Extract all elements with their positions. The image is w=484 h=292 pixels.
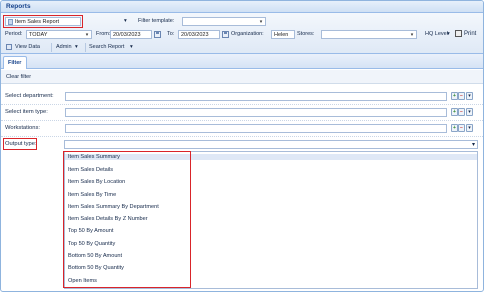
item-type-input[interactable] bbox=[65, 108, 447, 117]
options-highlight-box bbox=[63, 151, 191, 288]
add-icon[interactable]: + bbox=[451, 92, 458, 100]
department-filter-row: Select department: + − ▾ bbox=[1, 89, 483, 105]
chevron-down-icon[interactable]: ▾ bbox=[466, 92, 473, 100]
output-type-select[interactable]: ▾ bbox=[64, 140, 478, 149]
tab-filter-label: Filter bbox=[8, 60, 22, 66]
workstations-input[interactable] bbox=[65, 124, 447, 133]
period-select[interactable]: TODAY ▾ bbox=[26, 30, 92, 39]
chevron-down-icon[interactable]: ▾ bbox=[466, 124, 473, 132]
admin-label: Admin bbox=[56, 44, 72, 50]
output-type-highlight-box bbox=[3, 138, 37, 150]
report-highlight-box bbox=[3, 15, 83, 28]
hq-level-label: HQ Level bbox=[425, 31, 448, 37]
window-title: Reports bbox=[6, 3, 31, 10]
stores-select[interactable]: ▾ bbox=[321, 30, 417, 39]
stores-label: Stores: bbox=[297, 31, 315, 37]
from-date-value: 20/03/2023 bbox=[113, 32, 141, 38]
chevron-down-icon[interactable]: ▾ bbox=[466, 108, 473, 116]
chevron-down-icon: ▾ bbox=[447, 31, 450, 37]
chevron-down-icon: ▾ bbox=[130, 44, 133, 50]
view-data-label: View Data bbox=[15, 44, 40, 50]
chevron-down-icon: ▾ bbox=[75, 44, 78, 50]
filter-template-dot: ▾ bbox=[124, 18, 127, 24]
workstations-filter-row: Workstations: + − ▾ bbox=[1, 121, 483, 137]
period-value: TODAY bbox=[29, 32, 48, 38]
remove-icon[interactable]: − bbox=[458, 108, 465, 116]
organization-label: Organization: bbox=[231, 31, 264, 37]
from-calendar-icon[interactable] bbox=[154, 31, 161, 38]
to-calendar-icon[interactable] bbox=[222, 31, 229, 38]
toolbar-divider bbox=[51, 43, 52, 52]
from-date-input[interactable]: 20/03/2023 bbox=[110, 30, 152, 39]
window-titlebar: Reports bbox=[1, 1, 483, 13]
print-button[interactable]: Print bbox=[454, 28, 480, 40]
add-icon[interactable]: + bbox=[451, 124, 458, 132]
admin-menu-button[interactable]: Admin ▾ bbox=[56, 43, 82, 52]
report-toolbar: Item Sales Report ▾ Filter template: ▾ P… bbox=[1, 13, 483, 54]
chevron-down-icon: ▾ bbox=[85, 32, 89, 38]
chevron-down-icon: ▾ bbox=[259, 19, 263, 25]
toolbar-divider bbox=[85, 43, 86, 52]
department-input[interactable] bbox=[65, 92, 447, 101]
filter-template-select[interactable]: ▾ bbox=[182, 17, 266, 26]
remove-icon[interactable]: − bbox=[458, 92, 465, 100]
to-date-input[interactable]: 20/03/2023 bbox=[178, 30, 220, 39]
to-date-value: 20/03/2023 bbox=[181, 32, 209, 38]
item-type-filter-row: Select item type: + − ▾ bbox=[1, 105, 483, 121]
workstations-label: Workstations: bbox=[5, 125, 41, 131]
search-report-button[interactable]: Search Report ▾ bbox=[89, 43, 137, 52]
clear-filter-button[interactable]: Clear filter bbox=[6, 74, 31, 80]
remove-icon[interactable]: − bbox=[458, 124, 465, 132]
view-data-button[interactable]: View Data bbox=[5, 43, 47, 52]
printer-icon bbox=[455, 30, 462, 37]
period-label: Period: bbox=[5, 31, 23, 37]
item-type-label: Select item type: bbox=[5, 109, 48, 115]
chevron-down-icon: ▾ bbox=[410, 32, 414, 38]
filter-tab-bar: Filter bbox=[1, 54, 483, 69]
print-label: Print bbox=[464, 31, 477, 37]
to-label: To: bbox=[167, 31, 175, 37]
reports-window: Reports Item Sales Report ▾ Filter templ… bbox=[0, 0, 484, 292]
department-label: Select department: bbox=[5, 93, 54, 99]
tab-filter[interactable]: Filter bbox=[3, 56, 27, 69]
filter-template-label: Filter template: bbox=[138, 18, 175, 24]
clear-filter-bar: Clear filter bbox=[1, 70, 483, 84]
add-icon[interactable]: + bbox=[451, 108, 458, 116]
chevron-down-icon: ▾ bbox=[471, 142, 475, 148]
from-label: From: bbox=[96, 31, 111, 37]
organization-select[interactable]: Helen bbox=[271, 30, 295, 39]
hq-level-button[interactable]: HQ Level ▾ bbox=[423, 30, 453, 39]
search-report-label: Search Report bbox=[89, 44, 125, 50]
organization-value: Helen bbox=[274, 32, 289, 38]
table-icon bbox=[6, 44, 12, 50]
